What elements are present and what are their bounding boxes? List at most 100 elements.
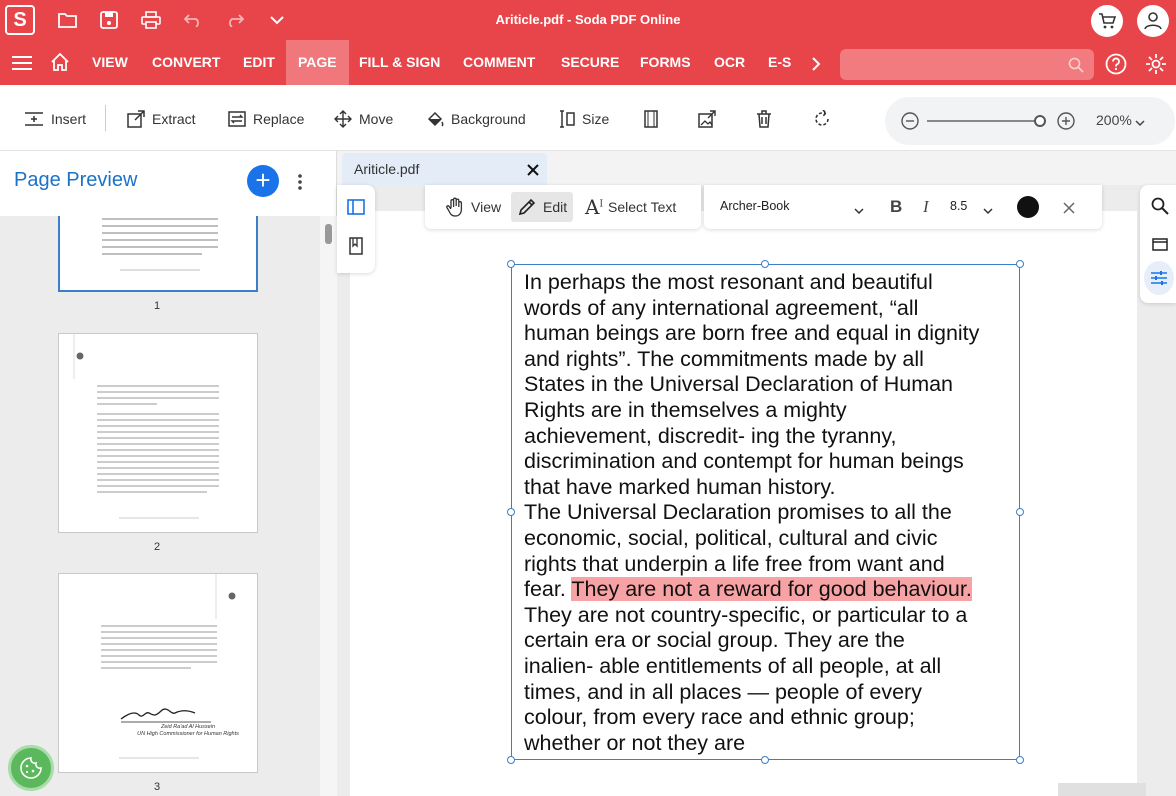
zoom-slider-handle[interactable] (1034, 115, 1046, 127)
sliders-icon (1151, 271, 1167, 285)
page-thumbnail-2[interactable] (58, 333, 258, 533)
page-thumbnail-3[interactable] (58, 573, 258, 773)
cookie-icon (20, 757, 42, 779)
delete-button[interactable] (756, 109, 772, 129)
document-tab-name: Ariticle.pdf (354, 161, 420, 177)
move-button[interactable]: Move (334, 109, 393, 129)
thumbnail-number: 3 (153, 781, 161, 793)
view-mode-label: View (471, 199, 502, 215)
close-tab-icon[interactable] (527, 163, 539, 181)
edit-mode-button[interactable]: Edit (511, 192, 573, 222)
search-icon[interactable] (1151, 197, 1169, 220)
tab-convert[interactable]: CONVERT (152, 40, 220, 85)
select-text-button[interactable]: AI Select Text (585, 193, 676, 221)
font-family-select[interactable]: Archer-Book (720, 199, 789, 213)
zoom-out-icon[interactable] (901, 112, 919, 135)
edit-mode-label: Edit (543, 199, 568, 215)
zoom-in-icon[interactable] (1057, 112, 1075, 135)
page-thumbnail-1[interactable] (58, 216, 258, 292)
title-bar: S Ariticle.pdf - Soda PDF Online (0, 0, 1176, 40)
left-side-tools (337, 185, 375, 273)
document-tab[interactable]: Ariticle.pdf (342, 153, 547, 185)
document-text: In perhaps the most resonant and beautif… (524, 270, 980, 602)
zoom-level[interactable]: 200% (1096, 112, 1132, 128)
tab-forms[interactable]: FORMS (640, 40, 691, 85)
document-text: They are not country-specific, or partic… (524, 602, 968, 755)
edit-mode-bar: View Edit AI Select Text (425, 185, 701, 229)
tab-esign[interactable]: E-S (768, 40, 791, 85)
replace-button[interactable]: Replace (228, 109, 304, 129)
thumbnail-scrollbar[interactable] (320, 216, 337, 796)
resize-handle[interactable] (507, 756, 515, 764)
bookmark-icon[interactable] (349, 237, 363, 260)
cart-button[interactable] (1091, 5, 1123, 37)
italic-icon[interactable]: I (923, 197, 929, 217)
tab-ocr[interactable]: OCR (714, 40, 745, 85)
search-input[interactable] (840, 49, 1094, 80)
close-format-icon[interactable] (1063, 201, 1075, 219)
insert-image-button[interactable] (698, 109, 716, 129)
extract-label: Extract (152, 111, 196, 127)
thumbnail-list[interactable]: 1 2 Zeid Ra'ad Al Hussein UN High Commis… (0, 216, 320, 796)
nav-bar: VIEW CONVERT EDIT PAGE FILL & SIGN COMME… (0, 40, 1176, 85)
search-icon (1068, 57, 1084, 73)
more-options-icon[interactable] (297, 173, 303, 196)
background-button[interactable]: Background (426, 109, 526, 129)
trash-icon (757, 110, 771, 128)
page-preview-panel: Page Preview + 1 2 Zeid Ra'ad Al Hussein… (0, 151, 337, 796)
tab-fill-sign[interactable]: FILL & SIGN (359, 40, 440, 85)
replace-label: Replace (253, 111, 305, 127)
font-dropdown-icon[interactable] (854, 202, 864, 220)
account-button[interactable] (1137, 5, 1169, 37)
chevron-right-icon[interactable] (804, 52, 828, 76)
settings-gear-icon[interactable] (1144, 52, 1168, 76)
thumbnail-scrollbar-handle[interactable] (325, 224, 332, 244)
zoom-slider[interactable] (927, 120, 1041, 122)
page-preview-title: Page Preview (14, 169, 138, 191)
help-icon[interactable] (1104, 52, 1128, 76)
text-cursor-icon: AI (585, 195, 604, 219)
extract-button[interactable]: Extract (127, 109, 196, 129)
resize-handle[interactable] (761, 260, 769, 268)
zoom-dropdown-icon[interactable] (1135, 114, 1145, 132)
tab-view[interactable]: VIEW (92, 40, 128, 85)
tab-page[interactable]: PAGE (286, 40, 349, 85)
resize-handle[interactable] (507, 508, 515, 516)
zoom-control: 200% (885, 97, 1175, 145)
add-page-button[interactable]: + (247, 165, 279, 197)
folder-icon[interactable] (1152, 237, 1168, 256)
home-icon[interactable] (48, 50, 72, 74)
bold-icon[interactable]: B (890, 197, 902, 217)
text-format-bar: Archer-Book B I 8.5 (704, 185, 1102, 229)
thumbnail-number: 1 (153, 300, 161, 312)
resize-handle[interactable] (507, 260, 515, 268)
hamburger-menu-icon[interactable] (10, 51, 34, 75)
thumbnails-panel-icon[interactable] (347, 199, 365, 220)
properties-button[interactable] (1144, 261, 1174, 295)
insert-button[interactable]: Insert (24, 109, 86, 129)
move-icon (334, 110, 352, 128)
size-dropdown-icon[interactable] (983, 202, 993, 220)
resize-handle[interactable] (1016, 260, 1024, 268)
tab-secure[interactable]: SECURE (561, 40, 619, 85)
rotate-button[interactable] (813, 109, 831, 129)
tab-edit[interactable]: EDIT (243, 40, 275, 85)
paint-bucket-icon (427, 111, 444, 127)
user-icon (1144, 12, 1162, 30)
resize-handle[interactable] (1016, 756, 1024, 764)
image-icon (698, 110, 716, 128)
text-color-swatch[interactable] (1017, 196, 1039, 218)
page-layout-button[interactable] (643, 109, 659, 129)
insert-label: Insert (51, 111, 87, 127)
view-mode-button[interactable]: View (445, 193, 501, 221)
tab-comment[interactable]: COMMENT (463, 40, 535, 85)
cookie-settings-button[interactable] (8, 745, 54, 791)
document-paragraph[interactable]: In perhaps the most resonant and beautif… (524, 270, 1019, 756)
size-button[interactable]: Size (559, 109, 609, 129)
app-title: Ariticle.pdf - Soda PDF Online (495, 12, 681, 27)
thumbnail-signature-name: Zeid Ra'ad Al Hussein (160, 724, 216, 730)
thumbnail-number: 2 (153, 541, 161, 553)
resize-handle[interactable] (761, 756, 769, 764)
highlighted-text: They are not a reward for good behaviour… (571, 577, 972, 602)
font-size-select[interactable]: 8.5 (950, 199, 967, 213)
